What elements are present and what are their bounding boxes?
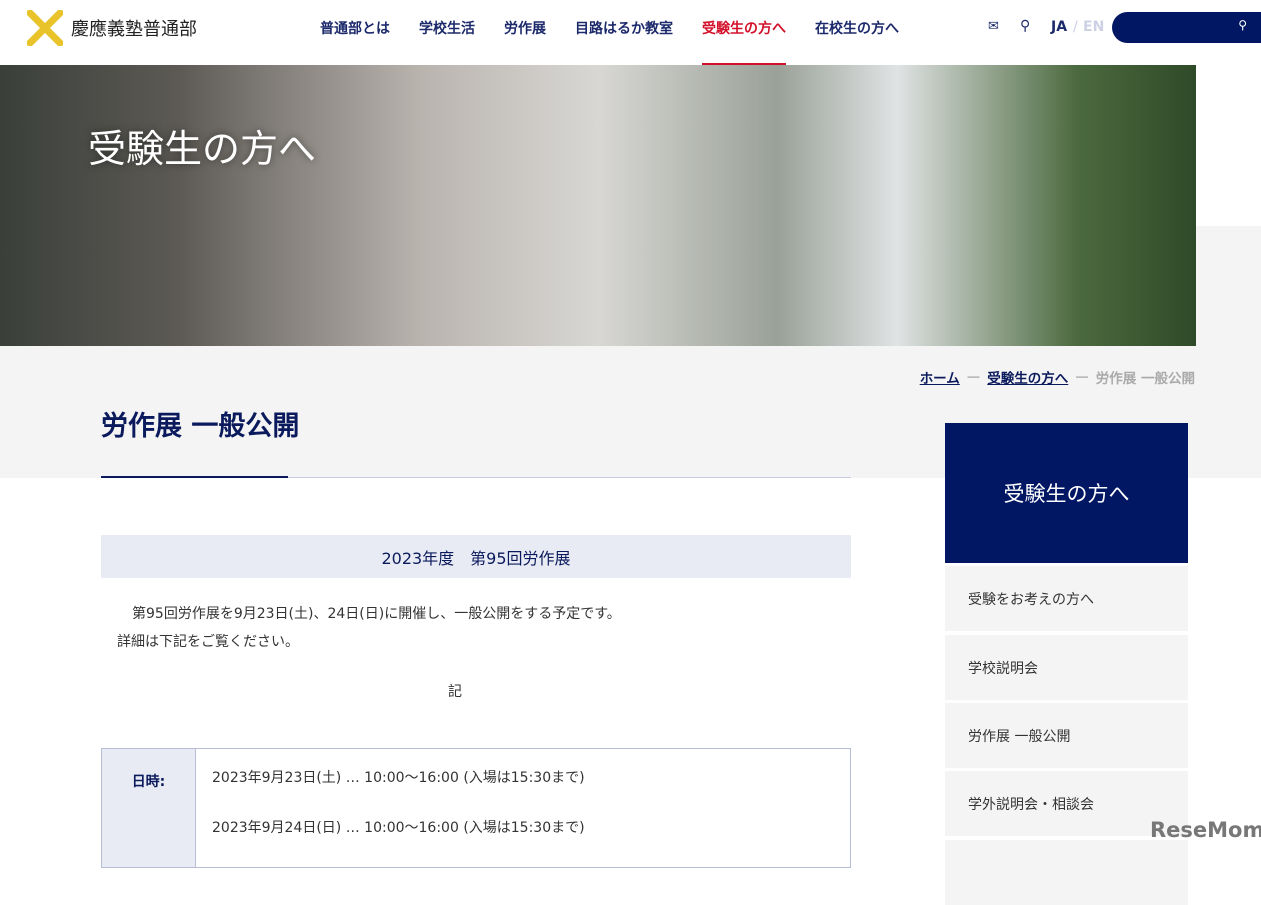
breadcrumb-home[interactable]: ホーム	[920, 367, 960, 387]
site-header: 慶應義塾普通部 普通部とは 学校生活 労作展 目路はるか教室 受験生の方へ 在校…	[0, 0, 1261, 65]
title-accent-line	[101, 476, 288, 478]
ki-mark: 記	[448, 684, 462, 700]
breadcrumb-sep: —	[1075, 369, 1089, 385]
sidebar-item[interactable]	[945, 840, 1188, 905]
logo-text: 慶應義塾普通部	[71, 19, 197, 40]
intro-text-2: 詳細は下記をご覧ください。	[117, 634, 299, 650]
section-heading: 2023年度 第95回労作展	[101, 535, 851, 578]
lang-ja[interactable]: JA	[1051, 19, 1067, 35]
map-pin-icon[interactable]: ⚲	[1020, 18, 1030, 34]
nav-about[interactable]: 普通部とは	[320, 18, 390, 65]
search-input[interactable]: ⚲	[1112, 12, 1261, 43]
nav-school-life[interactable]: 学校生活	[419, 18, 475, 65]
site-logo[interactable]: 慶應義塾普通部	[27, 10, 197, 46]
mail-icon[interactable]: ✉	[988, 19, 999, 34]
nav-meji-classroom[interactable]: 目路はるか教室	[575, 18, 673, 65]
hero-image	[0, 65, 1196, 346]
intro-text: 第95回労作展を9月23日(土)、24日(日)に開催し、一般公開をする予定です。	[132, 606, 621, 622]
breadcrumb-current: 労作展 一般公開	[1095, 371, 1195, 387]
page-title: 労作展 一般公開	[101, 411, 300, 442]
pen-cross-logo-icon	[27, 10, 63, 46]
nav-rosakuten[interactable]: 労作展	[504, 18, 546, 65]
table-row: 2023年9月24日(日) … 10:00〜16:00 (入場は15:30まで)	[212, 820, 585, 836]
table-row: 2023年9月23日(土) … 10:00〜16:00 (入場は15:30まで)	[212, 770, 585, 786]
sidebar-item-info-session[interactable]: 学校説明会	[945, 635, 1188, 700]
breadcrumb-parent[interactable]: 受験生の方へ	[987, 367, 1068, 387]
resemom-watermark: ReseMom	[1150, 818, 1261, 842]
table-label-date: 日時:	[102, 749, 196, 867]
sidebar-heading[interactable]: 受験生の方へ	[945, 423, 1188, 563]
nav-applicants[interactable]: 受験生の方へ	[702, 18, 786, 65]
hero-title: 受験生の方へ	[88, 127, 317, 171]
nav-students[interactable]: 在校生の方へ	[815, 18, 899, 65]
schedule-table: 日時: 2023年9月23日(土) … 10:00〜16:00 (入場は15:3…	[101, 748, 851, 868]
lang-en[interactable]: EN	[1083, 19, 1104, 35]
sidebar-item-rosakuten[interactable]: 労作展 一般公開	[945, 703, 1188, 768]
search-icon[interactable]: ⚲	[1238, 18, 1247, 32]
lang-separator: /	[1073, 19, 1078, 35]
breadcrumb: ホーム — 受験生の方へ — 労作展 一般公開	[920, 367, 1195, 387]
main-nav: 普通部とは 学校生活 労作展 目路はるか教室 受験生の方へ 在校生の方へ	[320, 18, 928, 65]
breadcrumb-sep: —	[966, 369, 981, 385]
sidebar-item-considering[interactable]: 受験をお考えの方へ	[945, 566, 1188, 631]
